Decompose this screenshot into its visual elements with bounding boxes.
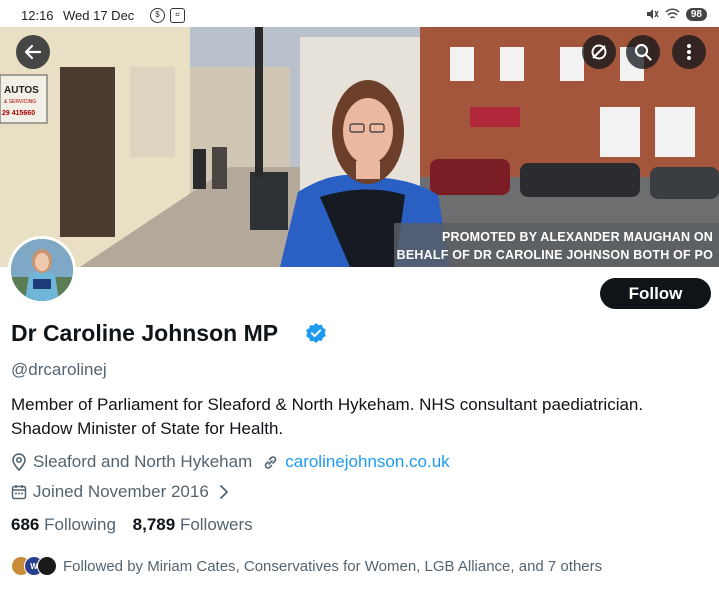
back-button[interactable]	[16, 35, 50, 69]
followers-count: 8,789	[132, 515, 176, 534]
verified-badge-icon	[306, 323, 326, 343]
profile-banner: AUTOS & SERVICING 29 415660 PROMOTED BY …	[0, 27, 719, 267]
followed-by-text: Followed by Miriam Cates, Conservatives …	[63, 557, 603, 575]
follow-button[interactable]: Follow	[600, 278, 711, 309]
profile-location: Sleaford and North Hykeham	[33, 452, 253, 471]
battery-badge: 98	[685, 7, 707, 21]
profile-meta-location-row: Sleaford and North Hykeham carolinejohns…	[11, 452, 450, 472]
location-pin-icon	[12, 453, 26, 471]
calendar-icon	[11, 485, 27, 500]
following-count: 686	[11, 515, 40, 534]
shop-sign-phone: 29 415660	[2, 110, 35, 117]
profile-handle: @drcarolinej	[11, 360, 107, 379]
grok-icon	[591, 44, 607, 60]
chevron-right-icon	[219, 485, 228, 499]
status-bar: 12:16 Wed 17 Dec $ ⌗ 98	[0, 0, 719, 30]
promoted-notice: PROMOTED BY ALEXANDER MAUGHAN ON BEHALF …	[394, 223, 719, 267]
profile-stats: 686 Following 8,789 Followers	[11, 515, 253, 535]
more-vertical-icon	[687, 44, 691, 60]
following-label: Following	[44, 515, 116, 534]
mute-icon	[646, 9, 659, 19]
profile-avatar[interactable]	[8, 236, 76, 304]
shop-sign-sub: & SERVICING	[4, 99, 36, 105]
wifi-icon	[665, 7, 680, 19]
mini-avatar	[37, 556, 57, 576]
search-button[interactable]	[626, 35, 660, 69]
link-icon	[264, 455, 277, 469]
profile-website-link[interactable]: carolinejohnson.co.uk	[285, 452, 449, 472]
followed-by-avatars: W	[11, 556, 57, 576]
followers-label: Followers	[179, 515, 253, 534]
more-options-button[interactable]	[672, 35, 706, 69]
status-right: 98	[645, 7, 707, 21]
followed-by-row[interactable]: W Followed by Miriam Cates, Conservative…	[11, 556, 602, 576]
profile-name: Dr Caroline Johnson MP	[11, 320, 279, 346]
arrow-left-icon	[24, 44, 42, 60]
shop-sign-text: AUTOS	[4, 85, 39, 96]
status-date: Wed 17 Dec	[63, 8, 135, 23]
profile-bio: Member of Parliament for Sleaford & Nort…	[11, 395, 644, 438]
profile-joined-date: Joined November 2016	[33, 482, 209, 501]
avatar-photo	[11, 239, 73, 301]
search-icon	[634, 43, 652, 61]
grok-button[interactable]	[582, 35, 616, 69]
following-stat[interactable]: 686 Following	[11, 515, 116, 534]
status-time: 12:16	[21, 8, 54, 23]
profile-meta-joined-row[interactable]: Joined November 2016	[11, 482, 235, 502]
screenshot-icon: ⌗	[170, 8, 185, 23]
notification-icon: $	[150, 8, 165, 23]
followers-stat[interactable]: 8,789 Followers	[133, 515, 253, 534]
